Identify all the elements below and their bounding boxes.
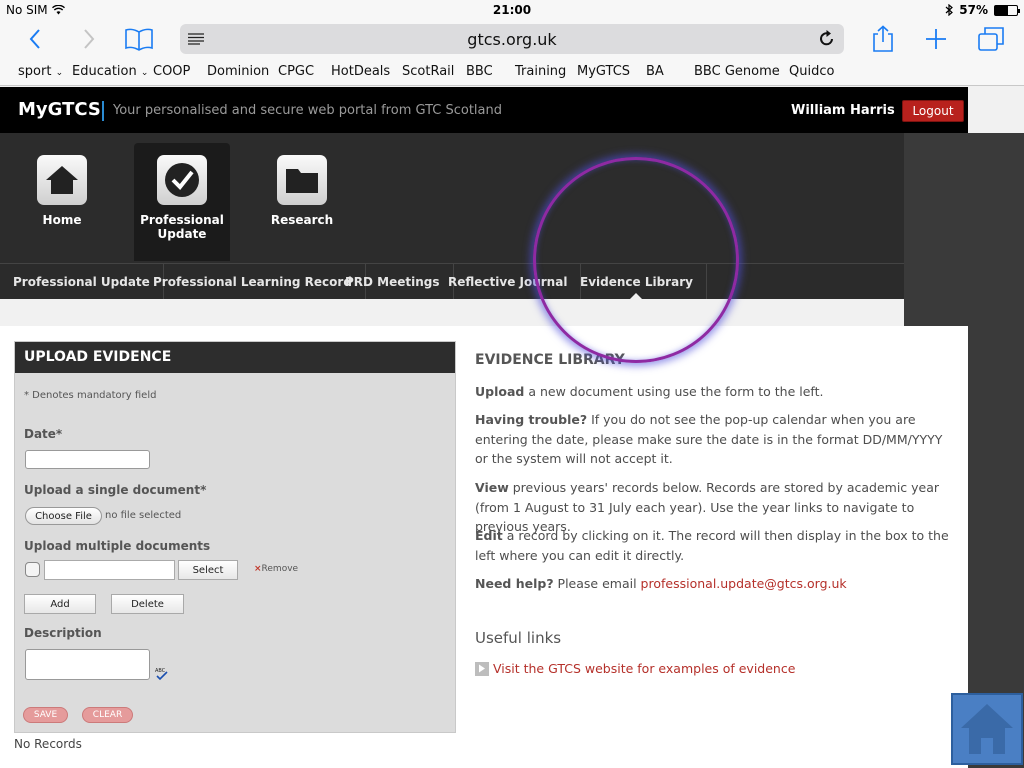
bookmark-bbc-genome[interactable]: BBC Genome — [694, 64, 780, 79]
bookmark-sport[interactable]: sport ⌄ — [18, 64, 63, 79]
single-document-label: Upload a single document* — [24, 483, 207, 497]
chevron-left-icon — [29, 29, 40, 49]
bookmark-mygtcs[interactable]: MyGTCS — [577, 64, 630, 79]
spellcheck-icon[interactable]: ABC — [155, 667, 171, 681]
bookmarks-button[interactable] — [122, 24, 156, 54]
folder-tile — [277, 155, 327, 205]
nav-home[interactable]: Home — [14, 143, 110, 261]
no-records-message: No Records — [14, 737, 82, 751]
date-label: Date* — [24, 427, 63, 441]
site-logo[interactable]: MyGTCS — [18, 99, 101, 120]
bookmark-dominion[interactable]: Dominion — [207, 64, 269, 79]
svg-text:ABC: ABC — [155, 668, 166, 674]
remove-link[interactable]: ×Remove — [254, 564, 298, 574]
nav-professional-update-label: Professional Update — [140, 213, 224, 241]
play-icon — [475, 661, 489, 676]
multi-document-checkbox[interactable] — [25, 562, 40, 577]
share-button[interactable] — [870, 24, 896, 54]
reload-icon[interactable] — [818, 29, 836, 49]
mandatory-note: * Denotes mandatory field — [24, 390, 157, 401]
header-divider — [102, 101, 104, 121]
choose-file-button[interactable]: Choose File — [25, 507, 102, 525]
main-nav: Home Professional Update Research — [0, 133, 904, 263]
visit-gtcs-link[interactable]: Visit the GTCS website for examples of e… — [475, 661, 795, 676]
url-text: gtcs.org.uk — [467, 30, 557, 49]
multi-document-field[interactable] — [44, 560, 175, 580]
battery-icon — [994, 4, 1020, 16]
battery-percent: 57% — [959, 3, 988, 17]
site-header: MyGTCS Your personalised and secure web … — [0, 87, 968, 133]
forward-button[interactable] — [76, 24, 102, 54]
browser-toolbar: gtcs.org.uk — [0, 20, 1024, 60]
tabs-button[interactable] — [976, 24, 1006, 54]
tabs-icon — [978, 27, 1004, 51]
help-email-link[interactable]: professional.update@gtcs.org.uk — [641, 576, 847, 591]
site-tagline: Your personalised and secure web portal … — [113, 103, 503, 118]
bookmark-ba[interactable]: BA — [646, 64, 664, 79]
select-button[interactable]: Select — [178, 560, 238, 580]
nav-home-label: Home — [42, 213, 82, 227]
info-need-help: Need help? Please email professional.upd… — [475, 576, 847, 591]
home-tile — [37, 155, 87, 205]
new-tab-button[interactable] — [922, 24, 950, 54]
bookmark-bbc[interactable]: BBC — [466, 64, 493, 79]
clock: 21:00 — [492, 3, 532, 17]
user-name: William Harris — [791, 103, 895, 118]
assistive-home-button[interactable] — [951, 693, 1023, 765]
bookmark-scotrail[interactable]: ScotRail — [402, 64, 454, 79]
bookmark-quidco[interactable]: Quidco — [789, 64, 834, 79]
bookmarks-bar: sport ⌄ Education ⌄ COOP Dominion CPGC H… — [0, 60, 1024, 86]
share-icon — [873, 25, 893, 52]
folder-icon — [286, 169, 318, 193]
clear-button[interactable]: CLEAR — [82, 707, 133, 723]
bluetooth-icon — [945, 4, 954, 16]
address-bar[interactable]: gtcs.org.uk — [180, 24, 844, 54]
checkmark-circle-icon — [165, 163, 199, 197]
add-button[interactable]: Add — [24, 594, 96, 614]
useful-links-heading: Useful links — [475, 629, 562, 647]
checkmark-tile — [157, 155, 207, 205]
bookmark-hotdeals[interactable]: HotDeals — [331, 64, 390, 79]
logout-button[interactable]: Logout — [902, 100, 964, 122]
info-edit: Edit a record by clicking on it. The rec… — [475, 528, 949, 563]
multiple-documents-label: Upload multiple documents — [24, 539, 211, 553]
nav-research-label: Research — [270, 213, 334, 227]
chevron-right-icon — [84, 29, 95, 49]
bookmark-cpgc[interactable]: CPGC — [278, 64, 314, 79]
status-bar: No SIM 21:00 57% — [0, 0, 1024, 20]
nav-professional-update[interactable]: Professional Update — [134, 143, 230, 261]
date-field[interactable] — [25, 450, 150, 469]
house-icon — [46, 166, 78, 194]
info-having-trouble: Having trouble? If you do not see the po… — [475, 412, 943, 466]
chevron-down-icon: ⌄ — [140, 68, 149, 78]
upload-panel-title: UPLOAD EVIDENCE — [15, 342, 455, 373]
plus-icon — [926, 29, 946, 49]
no-file-status: no file selected — [105, 510, 182, 521]
nav-research[interactable]: Research — [254, 143, 350, 261]
delete-button[interactable]: Delete — [111, 594, 184, 614]
info-upload: Upload a new document using use the form… — [475, 384, 824, 399]
save-button[interactable]: SAVE — [23, 707, 68, 723]
house-icon — [961, 704, 1013, 754]
upload-evidence-panel: UPLOAD EVIDENCE * Denotes mandatory fiel… — [14, 341, 456, 733]
bookmark-coop[interactable]: COOP — [153, 64, 190, 79]
bookmark-training[interactable]: Training — [515, 64, 566, 79]
back-button[interactable] — [22, 24, 48, 54]
sub-nav: Professional Update Professional Learnin… — [0, 263, 904, 299]
description-field[interactable] — [25, 649, 150, 680]
book-icon — [125, 28, 153, 51]
description-label: Description — [24, 626, 102, 640]
chevron-down-icon: ⌄ — [55, 68, 64, 78]
touch-indicator — [533, 157, 739, 363]
remove-x-icon: × — [254, 564, 262, 574]
bookmark-education[interactable]: Education ⌄ — [72, 64, 148, 79]
